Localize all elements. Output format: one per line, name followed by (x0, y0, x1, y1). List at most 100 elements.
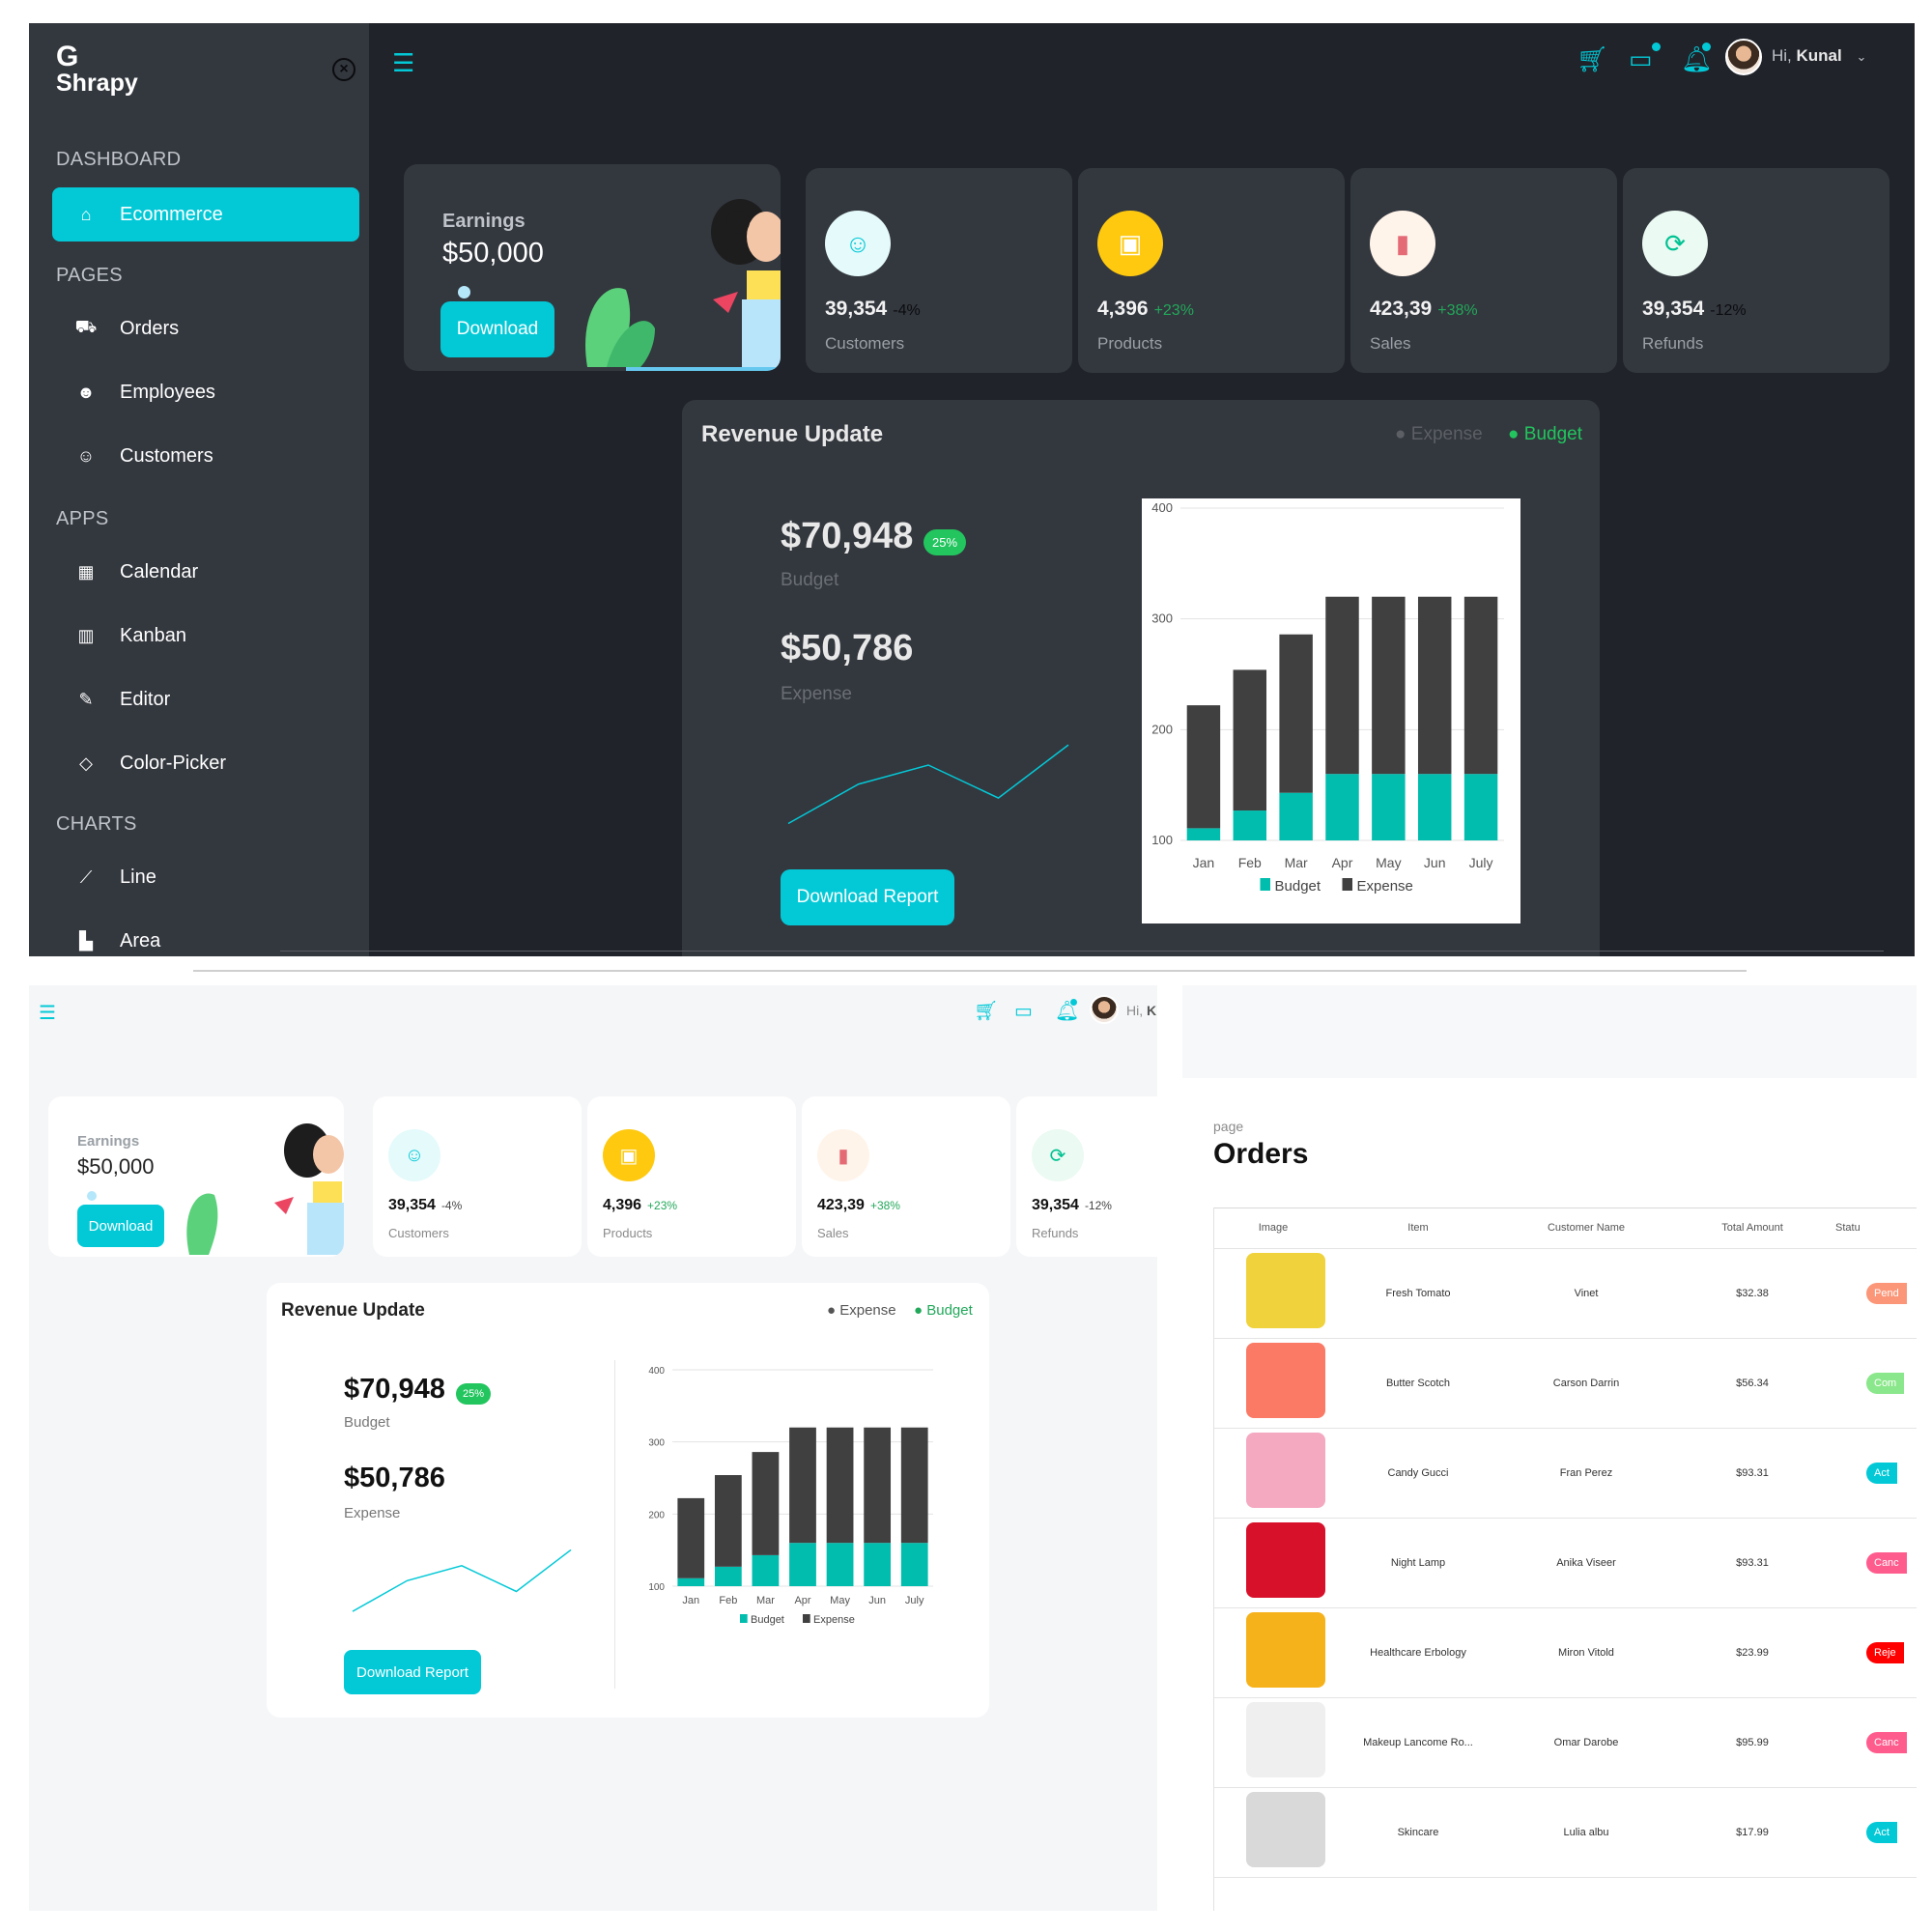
cart-icon[interactable]: 🛒︎ (974, 999, 998, 1023)
close-sidebar-icon[interactable]: × (332, 58, 355, 81)
x-tick-label: Jun (868, 1595, 886, 1606)
bar-budget[interactable] (677, 1577, 705, 1586)
chat-icon[interactable]: ▭ (1629, 44, 1653, 74)
download-button[interactable]: Download (77, 1205, 164, 1247)
menu-toggle-icon[interactable]: ☰ (39, 1001, 56, 1025)
sidebar-item-customers[interactable]: ☺ Customers (52, 429, 359, 483)
column-header[interactable]: Statu (1835, 1208, 1917, 1249)
revenue-title: Revenue Update (701, 421, 884, 447)
bar-budget[interactable] (714, 1566, 742, 1586)
brand-name[interactable]: Shrapy (56, 70, 138, 98)
bar-budget[interactable] (900, 1543, 928, 1586)
bar-expense[interactable] (1233, 669, 1267, 811)
refresh-icon[interactable]: ⟳ (1642, 211, 1708, 276)
section-charts: CHARTS (56, 813, 137, 835)
column-header[interactable]: Image (1213, 1208, 1333, 1249)
item-image-cell (1213, 1697, 1333, 1788)
menu-toggle-icon[interactable]: ☰ (392, 48, 414, 78)
table-row[interactable]: Night Lamp Anika Viseer $93.31 Canc (1213, 1518, 1917, 1608)
expense-label: Expense (781, 684, 852, 704)
bar-expense[interactable] (826, 1427, 854, 1544)
user-greeting[interactable]: Hi, K (1126, 1003, 1156, 1018)
sidebar-item-ecommerce[interactable]: ⌂ Ecommerce (52, 187, 359, 242)
stat-card-sales: ▮ 423,39 +38% Sales (1350, 168, 1617, 373)
bar-chart-icon[interactable]: ▮ (1370, 211, 1435, 276)
bar-budget[interactable] (864, 1543, 892, 1586)
bar-expense[interactable] (714, 1475, 742, 1567)
download-button[interactable]: Download (440, 301, 554, 357)
stat-number: 423,39 (817, 1197, 865, 1213)
avatar[interactable] (1090, 995, 1119, 1024)
refresh-icon[interactable]: ⟳ (1032, 1129, 1084, 1181)
bar-chart-icon[interactable]: ▮ (817, 1129, 869, 1181)
y-tick-label: 200 (1151, 722, 1173, 736)
bar-budget[interactable] (752, 1554, 780, 1586)
customers-icon[interactable]: ☺ (388, 1129, 440, 1181)
bar-expense[interactable] (864, 1427, 892, 1544)
bar-expense[interactable] (752, 1452, 780, 1555)
table-row[interactable]: Makeup Lancome Ro... Omar Darobe $95.99 Can… (1213, 1697, 1917, 1788)
sidebar-item-editor[interactable]: ✎ Editor (52, 672, 359, 726)
table-row[interactable]: Skincare Lulia albu $17.99 Act (1213, 1787, 1917, 1878)
sidebar-item-calendar[interactable]: ▦ Calendar (52, 545, 359, 599)
sidebar-item-employees[interactable]: ☻ Employees (52, 365, 359, 419)
sidebar-item-color-picker[interactable]: ◇ Color-Picker (52, 736, 359, 790)
sidebar-item-line[interactable]: ⟋ Line (52, 850, 359, 904)
table-row[interactable]: Butter Scotch Carson Darrin $56.34 Com (1213, 1338, 1917, 1429)
red-shoe-image[interactable] (1246, 1522, 1325, 1598)
bar-expense[interactable] (1279, 634, 1313, 793)
column-header[interactable]: Item (1333, 1208, 1503, 1249)
bar-expense[interactable] (789, 1427, 816, 1544)
bar-expense[interactable] (677, 1497, 705, 1578)
bar-budget[interactable] (1463, 774, 1498, 840)
stat-card-customers: ☺ 39,354 -4% Customers (806, 168, 1072, 373)
table-row[interactable]: Fresh Tomato Vinet $32.38 Pend (1213, 1248, 1917, 1339)
x-tick-label: Jun (1424, 855, 1446, 870)
sidebar-item-kanban[interactable]: ▥ Kanban (52, 609, 359, 663)
cart-icon[interactable]: 🛒︎ (1577, 44, 1608, 74)
stat-card-refunds: ⟳ 39,354 -12% Refunds (1623, 168, 1889, 373)
download-report-button[interactable]: Download Report (344, 1650, 481, 1694)
sunglasses-image[interactable] (1246, 1702, 1325, 1777)
y-tick-label: 300 (1151, 611, 1173, 626)
bar-expense[interactable] (1417, 596, 1452, 775)
bar-budget[interactable] (1372, 774, 1406, 840)
toy-car-image[interactable] (1246, 1612, 1325, 1688)
bar-expense[interactable] (1372, 596, 1406, 775)
watch-image[interactable] (1246, 1792, 1325, 1867)
bar-expense[interactable] (1186, 705, 1221, 829)
customers-icon: ☺ (76, 445, 96, 466)
bar-budget[interactable] (1233, 810, 1267, 840)
box-icon[interactable]: ▣ (603, 1129, 655, 1181)
chat-icon[interactable]: ▭ (1014, 999, 1033, 1023)
calendar-icon: ▦ (77, 561, 95, 582)
table-row[interactable]: Healthcare Erbology Miron Vitold $23.99 Rej… (1213, 1607, 1917, 1698)
ice-cream-image[interactable] (1246, 1433, 1325, 1508)
dessert-cup-image[interactable] (1246, 1343, 1325, 1418)
download-report-button[interactable]: Download Report (781, 869, 954, 925)
bar-budget[interactable] (826, 1543, 854, 1586)
sidebar-item-orders[interactable]: ⛟ Orders (52, 301, 359, 355)
box-icon[interactable]: ▣ (1097, 211, 1163, 276)
cell-status: Reje (1835, 1607, 1917, 1698)
bar-expense[interactable] (1325, 596, 1359, 775)
bar-budget[interactable] (1417, 774, 1452, 840)
tomato-image[interactable] (1246, 1253, 1325, 1328)
customers-icon[interactable]: ☺ (825, 211, 891, 276)
bar-budget[interactable] (1186, 828, 1221, 840)
avatar[interactable] (1725, 39, 1762, 75)
stat-label: Customers (388, 1226, 449, 1240)
column-header[interactable]: Customer Name (1503, 1208, 1669, 1249)
table-row[interactable]: Candy Gucci Fran Perez $93.31 Act (1213, 1428, 1917, 1519)
stat-card-products: ▣ 4,396 +23% Products (587, 1096, 796, 1257)
bar-expense[interactable] (900, 1427, 928, 1544)
bar-budget[interactable] (1279, 792, 1313, 840)
budget-label: Budget (781, 570, 839, 590)
budget-value: $70,948 (781, 516, 914, 556)
bar-expense[interactable] (1463, 596, 1498, 775)
user-greeting[interactable]: Hi, Kunal ⌄ (1772, 46, 1866, 66)
column-header[interactable]: Total Amount (1669, 1208, 1835, 1249)
bar-budget[interactable] (789, 1543, 816, 1586)
logo-icon[interactable]: G (56, 41, 78, 73)
bar-budget[interactable] (1325, 774, 1359, 840)
